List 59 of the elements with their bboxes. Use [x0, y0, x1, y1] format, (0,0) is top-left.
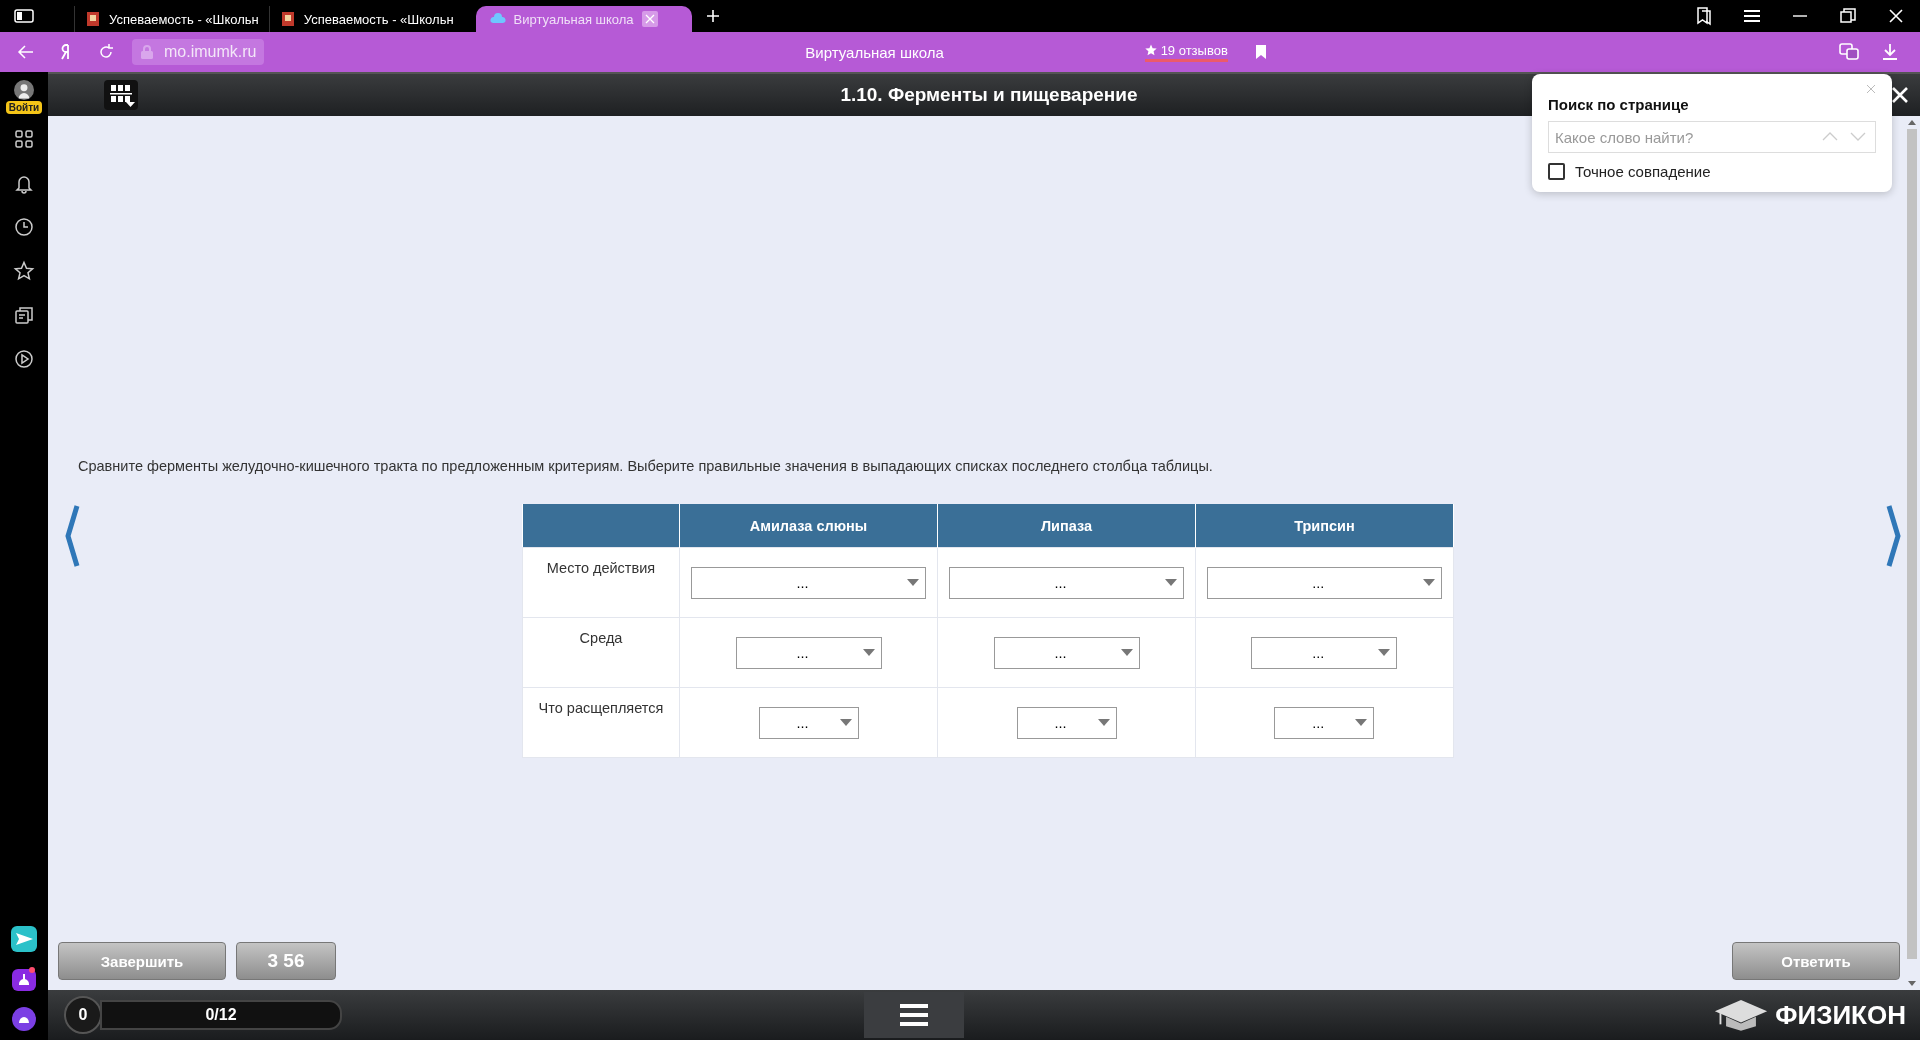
book-icon: [279, 11, 296, 27]
star-icon[interactable]: [13, 260, 35, 282]
graduation-cap-icon: [1713, 998, 1770, 1032]
caret-icon: [1097, 719, 1110, 726]
new-tab-icon[interactable]: [705, 9, 720, 23]
apps-icon[interactable]: [13, 128, 35, 150]
bookmarks-icon[interactable]: [1694, 6, 1714, 26]
column-header: Липаза: [937, 504, 1196, 548]
menu-icon: [900, 1003, 928, 1027]
collections-icon[interactable]: [13, 304, 35, 326]
dropdown[interactable]: ...: [691, 566, 926, 599]
book-icon: [85, 11, 101, 27]
checkbox[interactable]: [1548, 163, 1565, 180]
row-label: Место действия: [522, 547, 680, 618]
caret-icon: [839, 719, 852, 726]
play-icon[interactable]: [13, 348, 35, 370]
dropdown[interactable]: ...: [949, 566, 1184, 599]
bookmark-icon[interactable]: [1253, 44, 1268, 60]
row-label: Что расщепляется: [522, 687, 680, 758]
dropdown[interactable]: ...: [1251, 636, 1398, 669]
timer: 3 56: [236, 942, 336, 980]
star-icon: [1144, 44, 1157, 56]
progress-bar: 0/12: [100, 1000, 342, 1030]
restore-icon[interactable]: [1838, 6, 1858, 26]
menu-button[interactable]: [864, 992, 964, 1038]
sidebar-toggle-icon[interactable]: [14, 9, 34, 23]
avatar-icon[interactable]: [14, 80, 34, 100]
dropdown[interactable]: ...: [1016, 706, 1117, 739]
page-title: Виртуальная школа: [804, 43, 945, 61]
download-icon[interactable]: [1880, 42, 1900, 62]
dropdown[interactable]: ...: [1274, 706, 1375, 739]
checkbox-label: Точное совпадение: [1575, 163, 1711, 180]
caret-icon: [1165, 579, 1177, 586]
caret-icon: [1120, 649, 1133, 656]
caret-icon: [1378, 649, 1391, 656]
scroll-up-icon: [1908, 120, 1916, 125]
dropdown[interactable]: ...: [758, 706, 859, 739]
caret-icon: [1355, 719, 1368, 726]
dropdown[interactable]: ...: [1206, 566, 1442, 599]
contents-menu-icon[interactable]: [104, 80, 138, 110]
scroll-down-icon: [1908, 981, 1916, 986]
clock-icon[interactable]: [13, 216, 35, 238]
caret-icon: [862, 649, 875, 656]
column-header: Трипсин: [1195, 504, 1453, 548]
dropdown[interactable]: ...: [993, 636, 1140, 669]
lesson-title: 1.10. Ферменты и пищеварение: [840, 84, 1138, 106]
instruction-text: Сравните ферменты желудочно-кишечного тракта по предложенным критериям. Выберите правильные значения в выпадающих списках последнего столбца таблицы.: [78, 458, 1214, 474]
caret-icon: [907, 579, 919, 586]
panel-title: Поиск по странице: [1548, 96, 1689, 113]
lock-icon: [140, 44, 154, 60]
send-icon[interactable]: [11, 926, 37, 952]
dropdown[interactable]: ...: [735, 636, 882, 669]
score-counter: 0: [64, 996, 102, 1034]
column-header: Амилаза слюны: [679, 504, 938, 548]
logo-text: ФИЗИКОН: [1775, 999, 1906, 1031]
login-button[interactable]: Войти: [5, 101, 43, 114]
caret-icon: [1422, 579, 1435, 586]
reviews-link[interactable]: 19 отзывов: [1144, 42, 1228, 62]
row-label: Среда: [522, 617, 680, 688]
